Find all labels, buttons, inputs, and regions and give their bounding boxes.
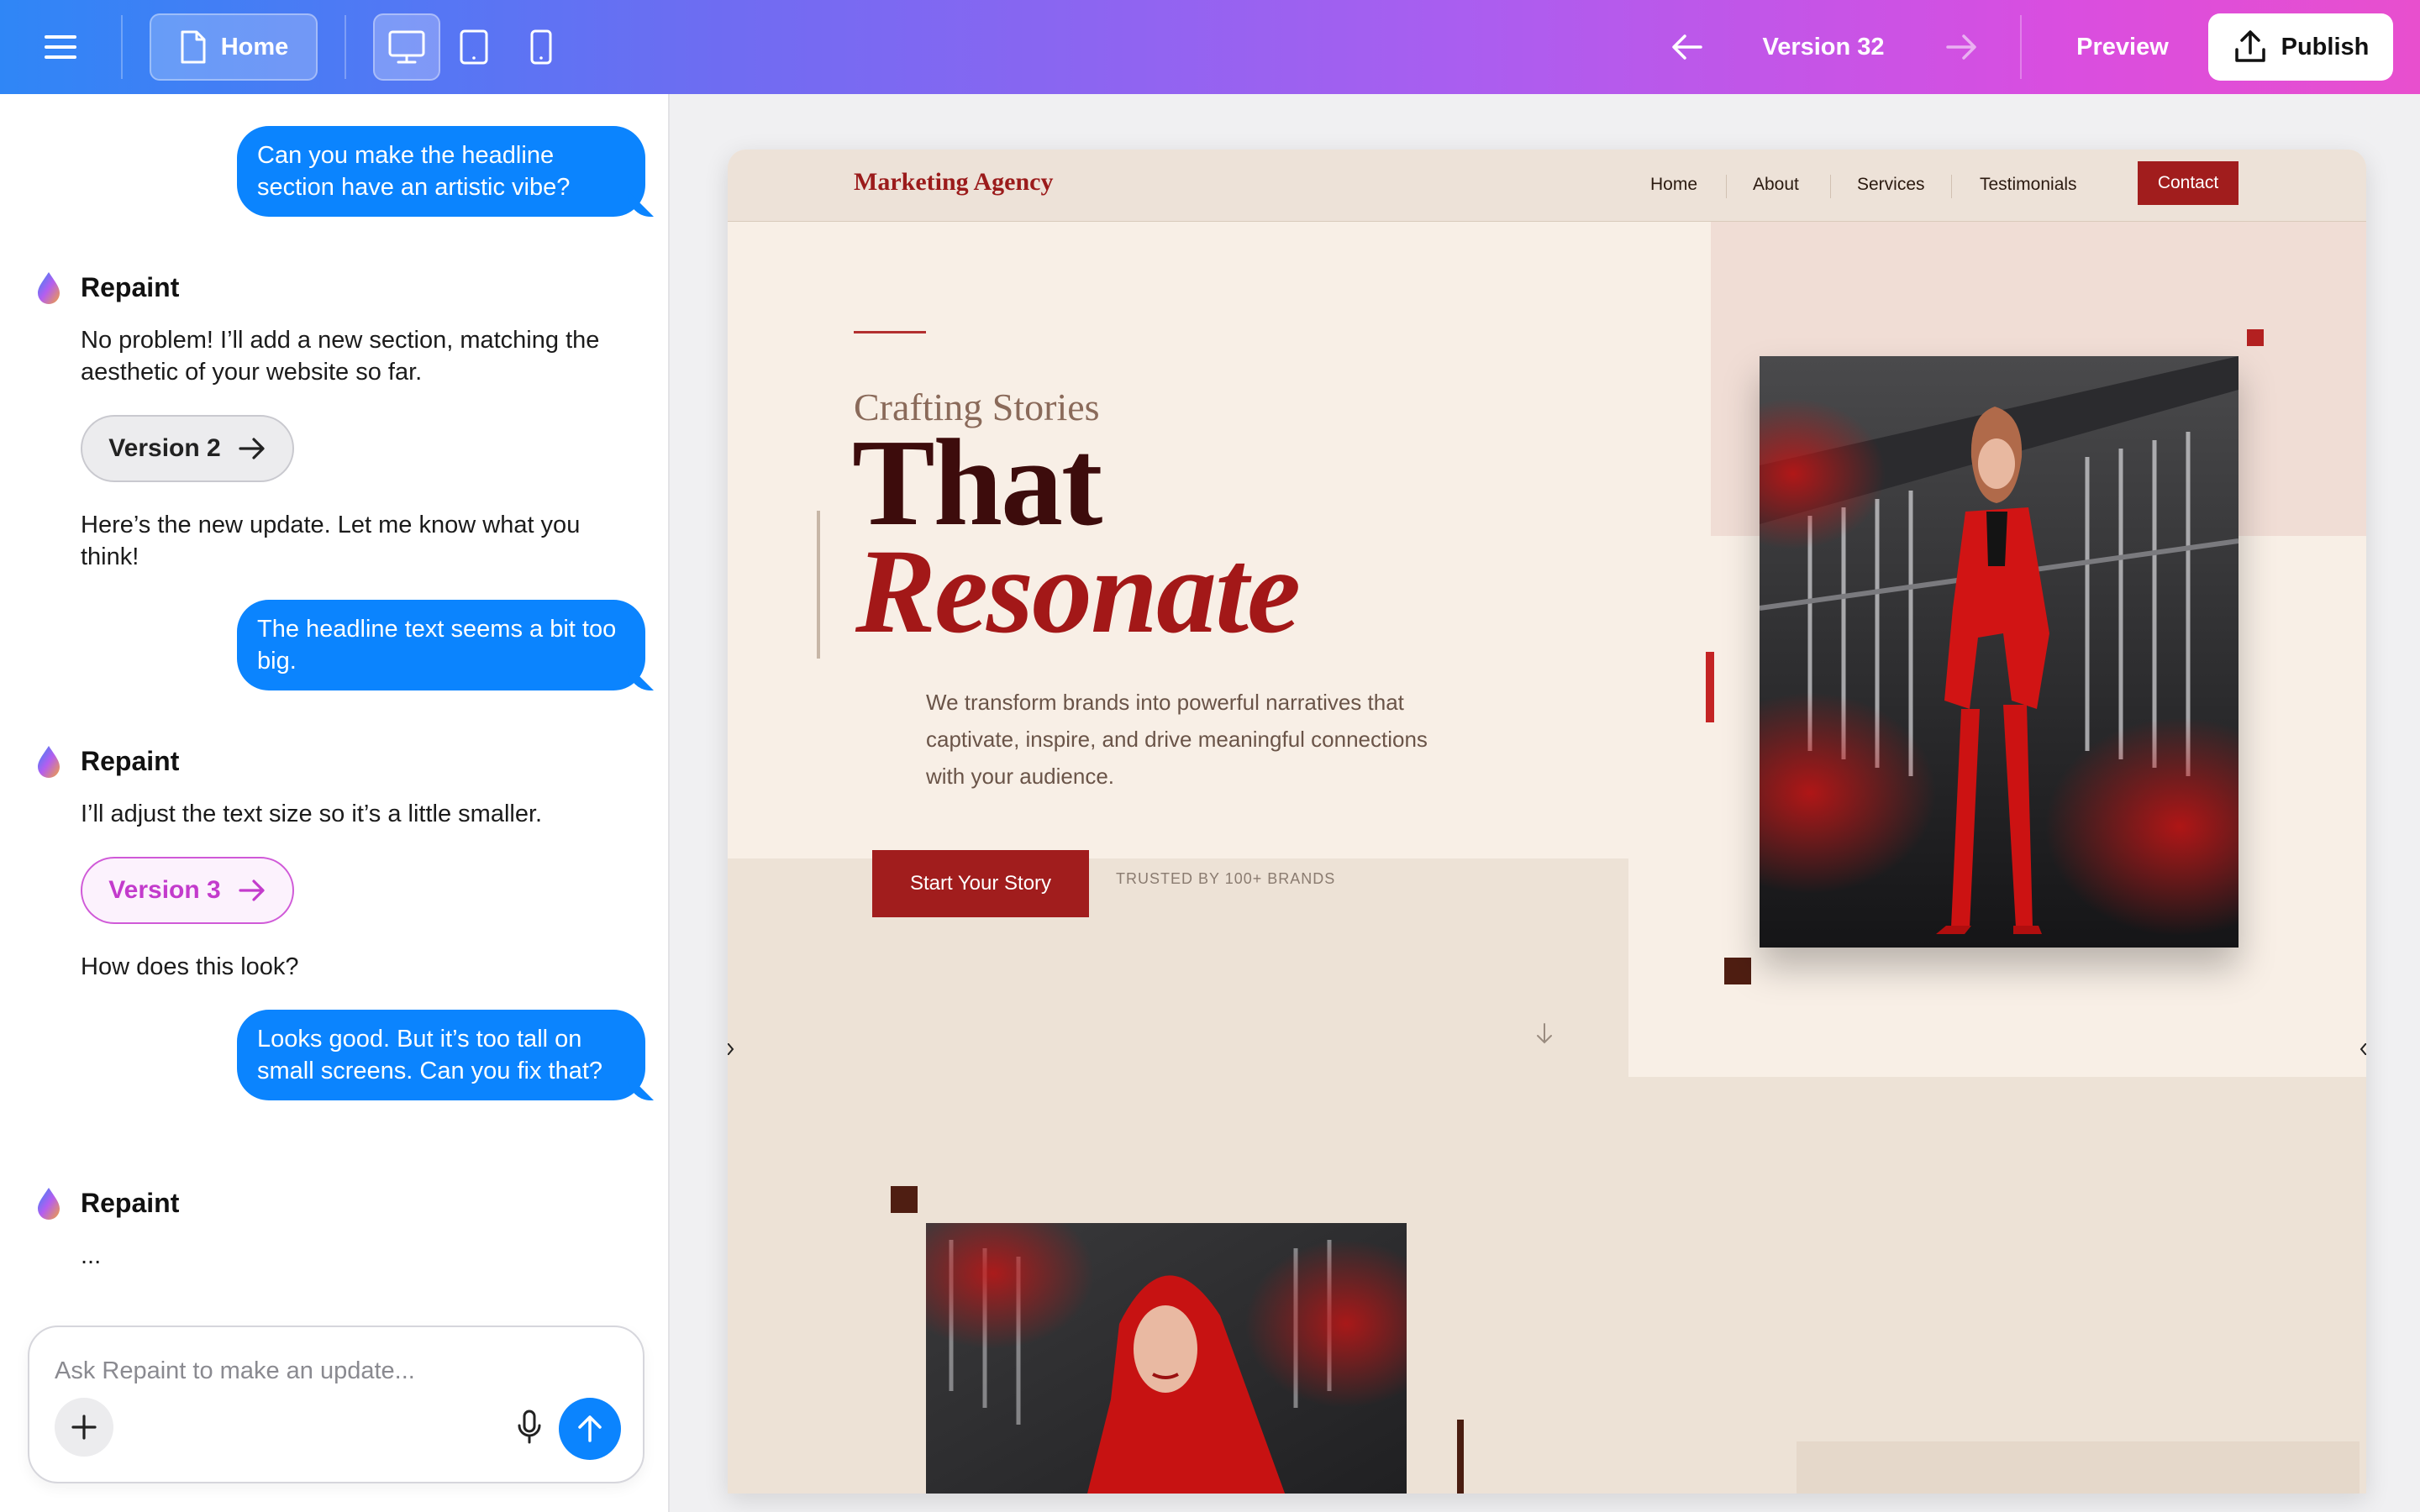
- nav-home[interactable]: Home: [1650, 175, 1697, 195]
- version-2-label: Version 2: [108, 434, 221, 462]
- home-page-button[interactable]: Home: [150, 13, 318, 81]
- assistant-message: I’ll adjust the text size so it’s a litt…: [81, 801, 543, 827]
- edge-marker-icon: [728, 1043, 734, 1055]
- website-preview: Marketing Agency Home About Services Tes…: [728, 150, 2366, 1494]
- arrow-right-icon: [239, 879, 265, 901]
- version-2-link[interactable]: Version 2: [81, 415, 294, 482]
- edge-marker-icon: [2360, 1043, 2366, 1055]
- assistant-followup: How does this look?: [81, 953, 299, 980]
- version-3-label: Version 3: [108, 876, 221, 904]
- microphone-icon: [518, 1410, 541, 1444]
- arrow-left-icon: [1672, 34, 1702, 60]
- decorative-block: [728, 858, 1628, 1077]
- contact-button[interactable]: Contact: [2138, 161, 2238, 205]
- assistant-typing: ...: [81, 1242, 102, 1269]
- tablet-view-button[interactable]: [440, 13, 508, 81]
- repaint-logo-icon: [38, 1188, 60, 1220]
- assistant-name: Repaint: [81, 745, 180, 776]
- attach-button[interactable]: [55, 1398, 113, 1457]
- version-label: Version 32: [1762, 33, 1885, 60]
- preview-button[interactable]: Preview: [2054, 25, 2191, 69]
- trusted-badge: TRUSTED BY 100+ BRANDS: [1116, 870, 1336, 887]
- user-message: Can you make the headline section have a…: [237, 126, 645, 217]
- nav-divider: [1726, 175, 1727, 198]
- upload-icon: [2234, 30, 2265, 62]
- top-toolbar: Home Version 32 Preview Publish: [0, 0, 2420, 94]
- publish-button[interactable]: Publish: [2208, 13, 2393, 81]
- decorative-square: [891, 1186, 918, 1213]
- hero-headline-line2: Resonate: [855, 525, 1301, 659]
- home-label: Home: [220, 33, 289, 60]
- start-your-story-button[interactable]: Start Your Story: [872, 850, 1089, 917]
- composer-input[interactable]: Ask Repaint to make an update...: [55, 1357, 415, 1385]
- assistant-header: Repaint: [34, 744, 179, 778]
- publish-label: Publish: [2281, 33, 2370, 60]
- assistant-message: No problem! I’ll add a new section, matc…: [81, 327, 600, 386]
- decorative-block: [1797, 1441, 2360, 1494]
- site-navbar: Marketing Agency Home About Services Tes…: [728, 150, 2366, 222]
- accent-rule: [854, 331, 926, 333]
- nav-about[interactable]: About: [1753, 175, 1799, 195]
- nav-testimonials[interactable]: Testimonials: [1980, 175, 2077, 195]
- microphone-button[interactable]: [500, 1398, 559, 1457]
- send-button[interactable]: [559, 1398, 621, 1460]
- decorative-square: [1724, 958, 1751, 984]
- tablet-icon: [460, 29, 488, 65]
- plus-icon: [71, 1415, 97, 1440]
- repaint-logo-icon: [38, 272, 60, 304]
- phone-view-button[interactable]: [508, 13, 575, 81]
- hero-lead-text: We transform brands into powerful narrat…: [926, 690, 1428, 789]
- arrow-right-icon: [1946, 34, 1976, 60]
- version-3-link[interactable]: Version 3: [81, 857, 294, 924]
- chat-panel: Can you make the headline section have a…: [0, 94, 670, 1512]
- divider: [121, 15, 123, 79]
- desktop-icon: [388, 30, 425, 64]
- phone-icon: [530, 29, 552, 65]
- chat-composer: Ask Repaint to make an update...: [28, 1326, 644, 1483]
- assistant-name: Repaint: [81, 1187, 180, 1218]
- nav-divider: [1951, 175, 1952, 198]
- menu-button[interactable]: [34, 22, 87, 72]
- user-message: Looks good. But it’s too tall on small s…: [237, 1010, 645, 1100]
- assistant-header: Repaint: [34, 270, 179, 304]
- nav-divider: [1830, 175, 1831, 198]
- nav-services[interactable]: Services: [1857, 175, 1925, 195]
- repaint-logo-icon: [38, 746, 60, 778]
- arrow-right-icon: [239, 438, 265, 459]
- assistant-followup: Here’s the new update. Let me know what …: [81, 512, 581, 570]
- scroll-down-icon[interactable]: [1534, 1021, 1555, 1053]
- user-message: The headline text seems a bit too big.: [237, 600, 645, 690]
- assistant-name: Repaint: [81, 271, 180, 302]
- divider: [345, 15, 346, 79]
- previous-version-button[interactable]: [1664, 25, 1711, 69]
- arrow-up-icon: [578, 1415, 602, 1442]
- decorative-square: [2247, 329, 2264, 346]
- hero-photo: [1760, 356, 2238, 948]
- decorative-bar: [1457, 1420, 1464, 1494]
- desktop-view-button[interactable]: [373, 13, 440, 81]
- decorative-bar: [1706, 652, 1714, 722]
- feature-photo: [926, 1223, 1407, 1494]
- site-logo[interactable]: Marketing Agency: [854, 168, 1053, 197]
- menu-icon: [45, 35, 76, 59]
- file-icon: [181, 30, 206, 64]
- assistant-header: Repaint: [34, 1186, 179, 1220]
- divider: [2020, 15, 2022, 79]
- accent-rule: [817, 511, 820, 659]
- next-version-button[interactable]: [1938, 25, 1985, 69]
